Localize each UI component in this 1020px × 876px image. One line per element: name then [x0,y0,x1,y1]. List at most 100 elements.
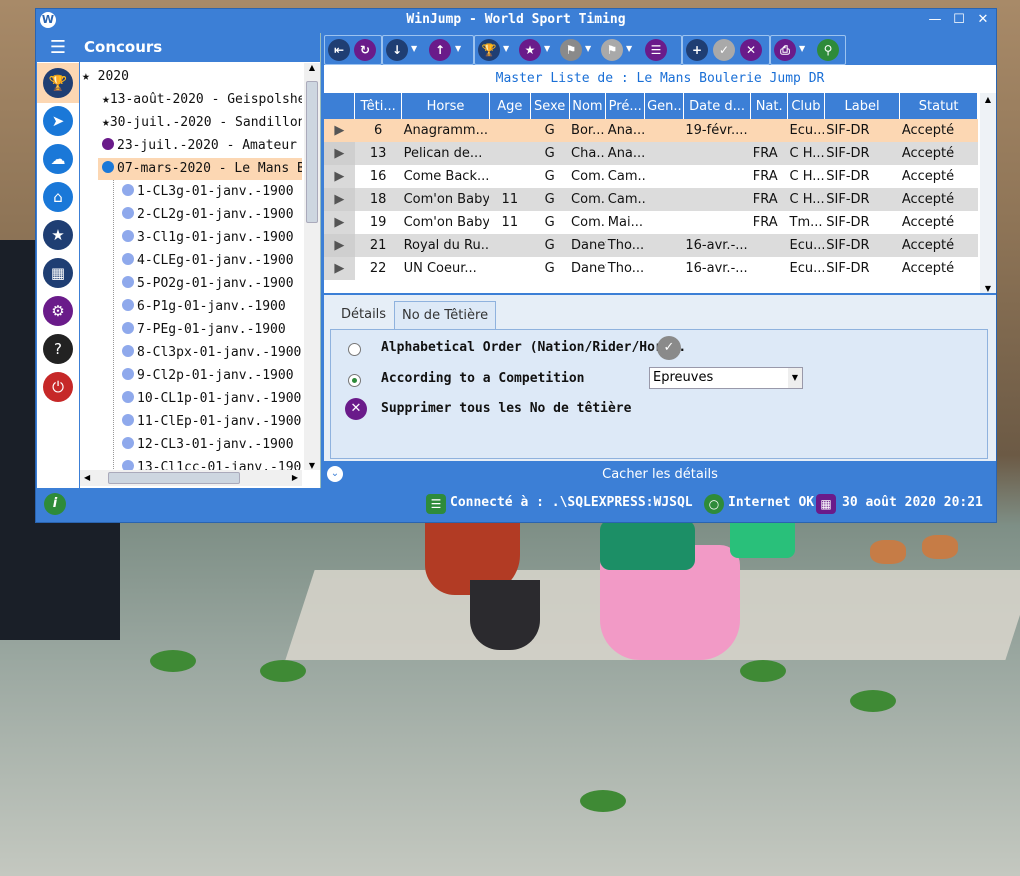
row-selector-icon[interactable]: ▶ [324,142,355,165]
minimize-button[interactable]: — [924,11,946,29]
scroll-right-icon[interactable]: ▶ [292,470,298,486]
chevron-down-icon[interactable]: ▼ [455,44,461,53]
table-row[interactable]: ▶ 19 Com'on Baby 11 G Com...Mai... FRA Tm...SIF… [324,211,978,234]
refresh-icon[interactable]: ↻ [354,39,376,61]
tree-node-class[interactable]: 8-Cl3px-01-janv.-1900 [122,342,301,364]
tree-vertical-scrollbar[interactable]: ▲ ▼ [304,63,320,470]
column-header[interactable]: Horse [401,93,490,119]
upload-icon[interactable]: ↑ [429,39,451,61]
list-icon[interactable]: ☰ [645,39,667,61]
tab-details[interactable]: Détails [334,301,393,329]
table-row[interactable]: ▶18Com'on Baby11GCom...Cam... FRAC H...SI… [324,188,978,211]
row-selector-icon[interactable]: ▶ [324,234,355,257]
help-icon[interactable]: ? [43,334,73,364]
scroll-left-icon[interactable]: ◀ [84,470,90,486]
column-header[interactable]: Pré... [605,93,646,119]
table-row[interactable]: ▶ 13 Pelican de... G Cha... Ana... FRA C H... SI… [324,142,978,165]
cloud-upload-icon[interactable]: ☁ [43,144,73,174]
column-header[interactable]: Club [787,93,825,119]
tree-node-class[interactable]: 5-PO2g-01-janv.-1900 [122,273,294,295]
home-icon[interactable]: ⌂ [43,182,73,212]
chevron-down-icon[interactable]: ▼ [544,44,550,53]
table-row[interactable]: ▶ 22 UN Coeur... G DanetTho... 16-avr.-... Ecu… [324,257,978,280]
tree-node-class[interactable]: 12-CL3-01-janv.-1900 [122,434,294,456]
tree-node-class[interactable]: 4-CLEg-01-janv.-1900 [122,250,294,272]
row-selector-icon[interactable]: ▶ [324,119,355,142]
collapse-icon[interactable]: ⌄ [327,466,343,482]
chevron-down-icon[interactable]: ▼ [503,44,509,53]
epreuves-select[interactable]: Epreuves ▼ [649,367,803,389]
title-bar[interactable]: W WinJump - World Sport Timing — ☐ ✕ [36,9,996,31]
power-icon[interactable]: ⏻ [43,372,73,402]
scroll-down-icon[interactable]: ▼ [980,284,996,293]
tree-node-class[interactable]: 2-CL2g-01-janv.-1900 [122,204,294,226]
grid-vertical-scrollbar[interactable]: ▲ ▼ [980,93,996,293]
column-header[interactable]: Têti... [354,93,403,119]
medal-icon[interactable]: ★ [43,220,73,250]
tree-node-class[interactable]: 11-ClEp-01-janv.-1900 [122,411,301,433]
column-header[interactable]: Sexe [530,93,570,119]
column-header[interactable]: Label [824,93,901,119]
chevron-down-icon[interactable]: ▼ [788,368,802,388]
column-header[interactable]: Nom [569,93,607,119]
tree-node-class[interactable]: 1-CL3g-01-janv.-1900 [122,181,294,203]
hamburger-menu-icon[interactable]: ☰ [37,33,79,62]
column-header[interactable]: Date d... [683,93,752,119]
go-first-icon[interactable]: ⇤ [328,39,350,61]
tree-node-class[interactable]: 7-PEg-01-janv.-1900 [122,319,286,341]
column-header[interactable]: Nat. [750,93,789,119]
settings-icon[interactable]: ⚙ [43,296,73,326]
trophy-icon[interactable]: 🏆 [43,68,73,98]
scroll-up-icon[interactable]: ▲ [304,63,320,72]
column-header[interactable]: Statut [899,93,978,119]
tab-no-de-tetiere[interactable]: No de Têtière [394,301,497,330]
row-selector-icon[interactable]: ▶ [324,257,355,280]
chevron-down-icon[interactable]: ▼ [799,44,805,53]
tree-node-event[interactable]: ★13-août-2020 - Geispolsheim [102,89,302,111]
row-selector-icon[interactable]: ▶ [324,188,355,211]
maximize-button[interactable]: ☐ [948,11,970,29]
flag-icon[interactable]: ⚑ [560,39,582,61]
delete-icon[interactable]: ✕ [740,39,762,61]
ribbon-icon[interactable]: ★ [519,39,541,61]
competition-radio[interactable] [348,374,361,387]
compass-icon[interactable]: ➤ [43,106,73,136]
tree-node-event[interactable]: 23-juil.-2020 - Amateur Tr... [102,135,302,157]
trophy-icon[interactable]: 🏆 [478,39,500,61]
search-icon[interactable]: ⚲ [817,39,839,61]
table-row[interactable]: ▶21Royal du Ru... GDanetTho... 16-avr.-...… [324,234,978,257]
tree-node-year[interactable]: ★ 2020 [82,66,129,88]
download-icon[interactable]: ↓ [386,39,408,61]
print-icon[interactable]: ⎙ [774,39,796,61]
delete-all-icon[interactable]: ✕ [345,398,367,420]
tree-node-class[interactable]: 10-CL1p-01-janv.-1900 [122,388,301,410]
hide-details-bar[interactable]: ⌄ Cacher les détails [324,461,996,488]
apply-check-icon[interactable]: ✓ [657,336,681,360]
scroll-down-icon[interactable]: ▼ [304,461,320,470]
column-header[interactable]: Age [489,93,531,119]
column-header[interactable]: Gen... [644,93,684,119]
table-row[interactable]: ▶ 16 Come Back... G Com...Cam... FRA C H...SIF… [324,165,978,188]
tree-node-class[interactable]: 3-Cl1g-01-janv.-1900 [122,227,294,249]
finish-flag-icon[interactable]: ⚑ [601,39,623,61]
info-icon[interactable]: i [44,493,66,515]
table-row[interactable]: ▶ 6 Anagramm... G Bor... Ana... 19-févr.... Ecu… [324,119,978,142]
tree-node-class[interactable]: 13-Cl1cc-01-janv.-1900 [122,457,302,470]
row-selector-icon[interactable]: ▶ [324,211,355,234]
tree-node-class[interactable]: 6-P1g-01-janv.-1900 [122,296,286,318]
tree-node-event[interactable]: ★30-juil.-2020 - Sandillon [102,112,302,134]
tree-node-class[interactable]: 9-Cl2p-01-janv.-1900 [122,365,294,387]
scroll-up-icon[interactable]: ▲ [980,93,996,107]
alpha-order-radio[interactable] [348,343,361,356]
check-icon[interactable]: ✓ [713,39,735,61]
scroll-thumb[interactable] [306,81,318,223]
chevron-down-icon[interactable]: ▼ [411,44,417,53]
scroll-thumb[interactable] [108,472,240,484]
book-icon[interactable]: ▦ [43,258,73,288]
chevron-down-icon[interactable]: ▼ [626,44,632,53]
tree-node-event-selected[interactable]: 07-mars-2020 - Le Mans B... [98,158,302,180]
row-selector-icon[interactable]: ▶ [324,165,355,188]
tree-horizontal-scrollbar[interactable]: ◀ ▶ [80,470,302,486]
add-icon[interactable]: + [686,39,708,61]
close-window-button[interactable]: ✕ [972,11,994,29]
